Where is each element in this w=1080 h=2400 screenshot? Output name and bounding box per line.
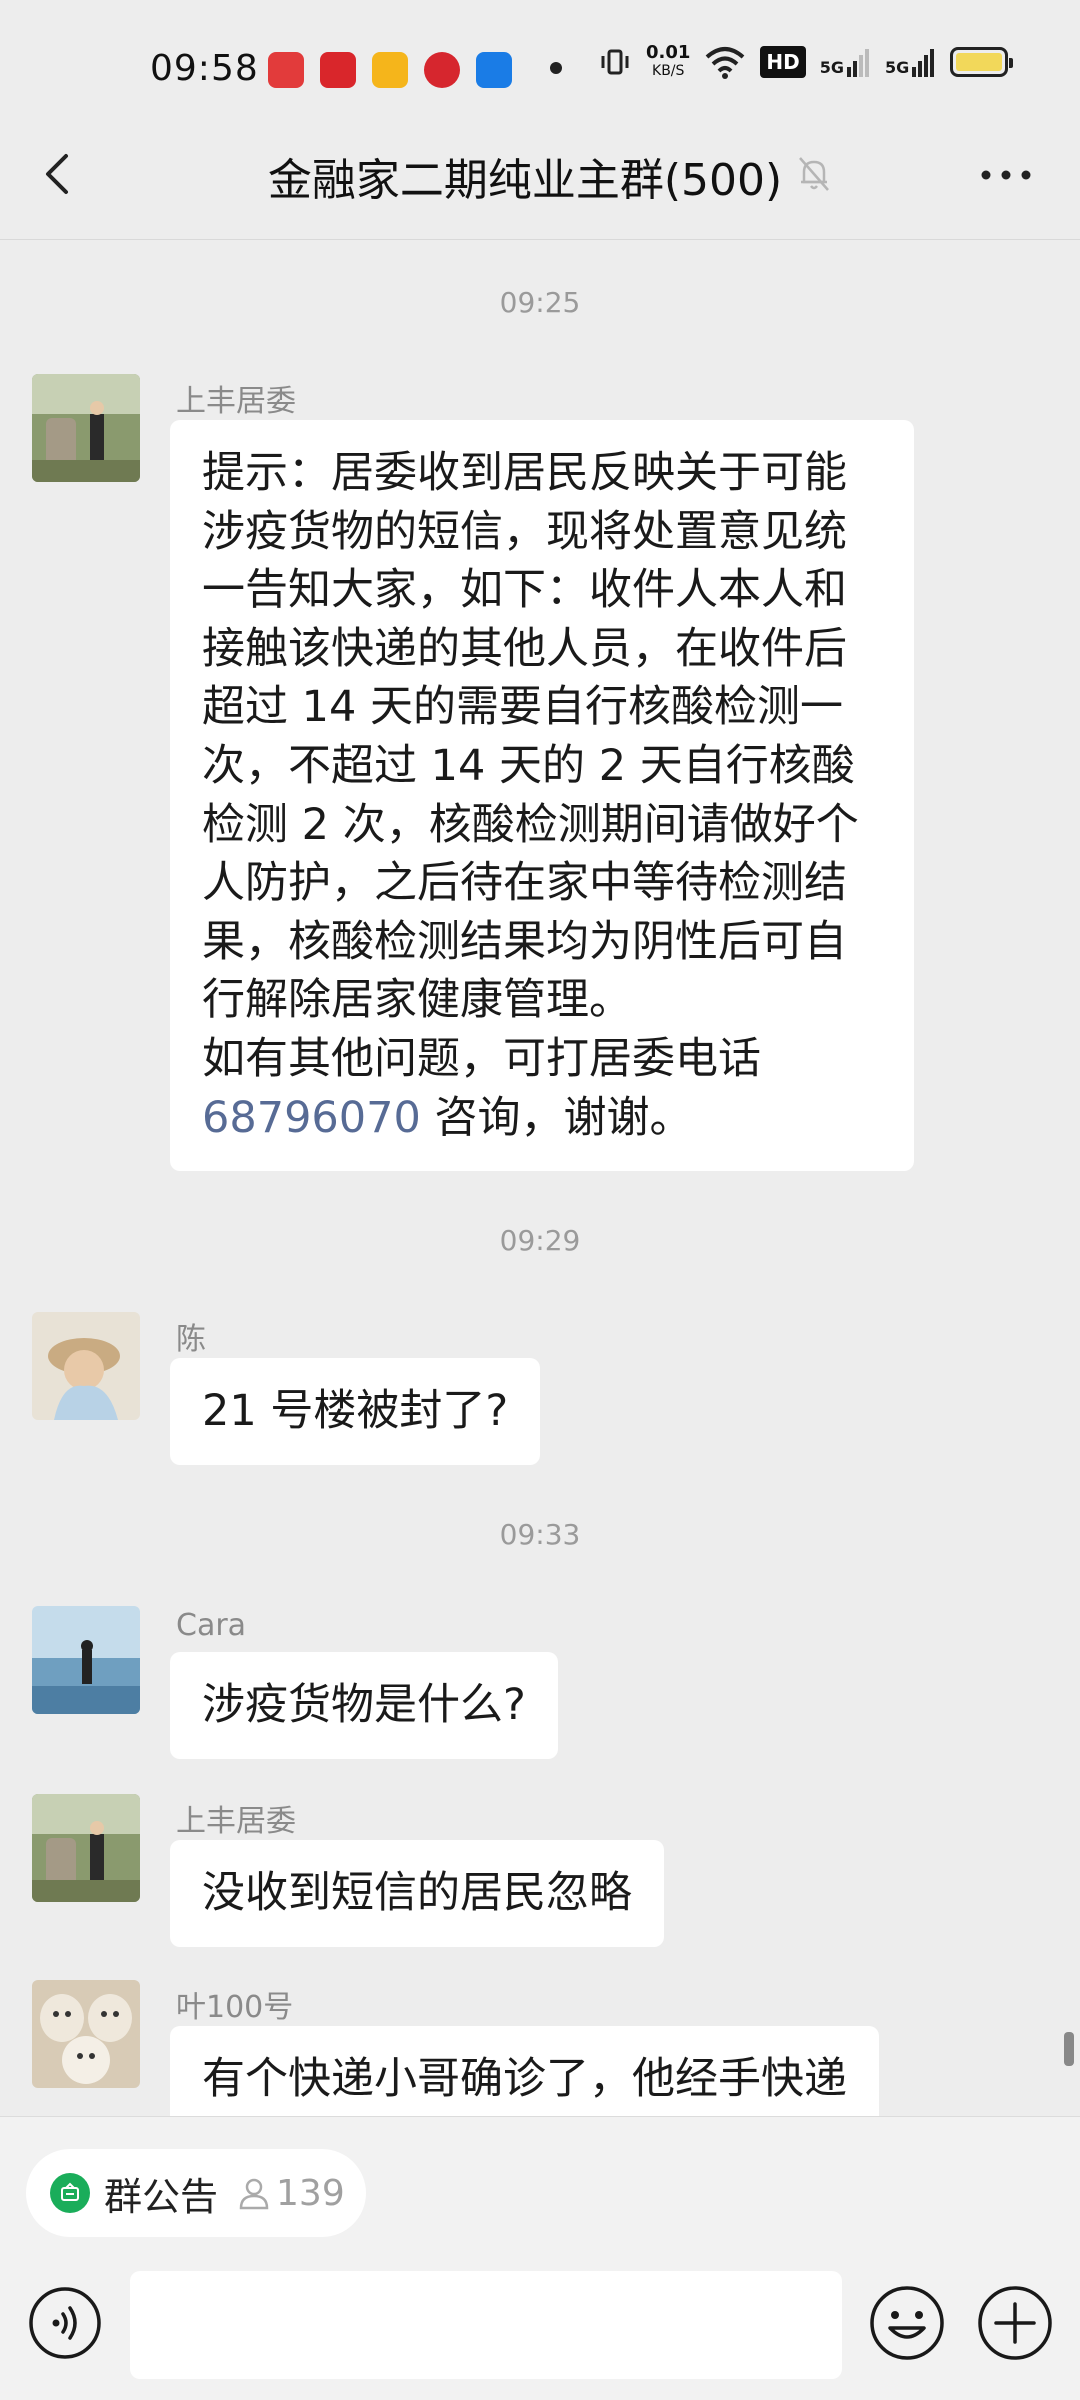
voice-input-icon[interactable]: [28, 2286, 102, 2360]
timestamp: 09:33: [499, 1518, 581, 1551]
message-line: 超过 14 天的需要自行核酸检测一: [202, 682, 844, 733]
message-line: 一告知大家，如下：收件人本人和: [202, 565, 847, 616]
avatar[interactable]: [32, 1980, 140, 2088]
signal-bars-icon: [912, 49, 935, 77]
muted-bell-icon: [799, 157, 829, 191]
message-line: 行解除居家健康管理。: [202, 975, 632, 1026]
status-indicators: 0.01 KB/S HD 5G 5G: [598, 42, 1014, 80]
timestamp: 09:25: [499, 286, 581, 319]
member-count: 139: [276, 2172, 345, 2214]
sender-name: 陈: [176, 1322, 206, 1357]
sender-name: 上丰居委: [176, 1804, 296, 1839]
message-line: 涉疫货物的短信，现将处置意见统: [202, 506, 847, 557]
app-notification-icon: [320, 52, 356, 88]
status-time: 09:58: [150, 48, 259, 89]
message-text: 咨询，谢谢。: [420, 1092, 693, 1143]
message-bubble[interactable]: 涉疫货物是什么?: [170, 1652, 558, 1759]
person-icon: [239, 2178, 269, 2210]
message-line: 检测 2 次，核酸检测期间请做好个: [202, 799, 859, 850]
net-speed: 0.01 KB/S: [646, 42, 691, 80]
chat-header: 金融家二期纯业主群(500): [0, 110, 1080, 240]
phone-link[interactable]: 68796070: [202, 1093, 421, 1143]
message-bubble[interactable]: 有个快递小哥确诊了，他经手快递: [170, 2026, 879, 2116]
message-bubble[interactable]: 没收到短信的居民忽略: [170, 1840, 664, 1947]
wifi-icon: [706, 47, 745, 79]
message-input[interactable]: [130, 2271, 842, 2379]
plus-icon[interactable]: [976, 2284, 1054, 2362]
group-announcement-button[interactable]: 群公告 139: [26, 2149, 366, 2237]
input-bar: [0, 2256, 1080, 2400]
notification-icons: [268, 52, 512, 88]
signal-2: 5G: [885, 47, 936, 77]
message-line: 人防护，之后待在家中等待检测结: [202, 858, 847, 909]
message-line: 果，核酸检测结果均为阴性后可自: [202, 916, 847, 967]
metro-icon: [424, 52, 460, 88]
message-line: 提示：居委收到居民反映关于可能: [202, 448, 847, 498]
signal-1: 5G: [820, 47, 871, 77]
announcement-icon: [50, 2173, 90, 2213]
message-line: 如有其他问题，可打居委电话: [202, 1033, 761, 1084]
message-line: 次，不超过 14 天的 2 天自行核酸: [202, 740, 855, 791]
battery-icon: [950, 47, 1014, 77]
signal-bars-icon: [847, 49, 870, 77]
sender-name: Cara: [176, 1608, 247, 1643]
avatar[interactable]: [32, 1794, 140, 1902]
avatar[interactable]: [32, 374, 140, 482]
app-notification-icon: [476, 52, 512, 88]
chat-message-list[interactable]: 09:25 上丰居委 提示：居委收到居民反映关于可能 涉疫货物的短信，现将处置意…: [0, 240, 1080, 2116]
sender-name: 上丰居委: [176, 384, 296, 419]
more-notifications-dot: [550, 62, 562, 74]
message-line: 接触该快递的其他人员，在收件后: [202, 623, 847, 674]
announcement-bar: 群公告 139: [0, 2116, 1080, 2256]
scrollbar-thumb[interactable]: [1064, 2032, 1074, 2066]
app-notification-icon: [268, 52, 304, 88]
vibrate-icon: [601, 49, 629, 75]
chat-title: 金融家二期纯业主群(500): [267, 155, 783, 206]
mail-icon: [372, 52, 408, 88]
hd-badge: HD: [760, 46, 806, 78]
message-line: 68796070 咨询，谢谢。: [202, 1089, 882, 1148]
avatar[interactable]: [32, 1312, 140, 1420]
announcement-label: 群公告: [104, 2174, 219, 2219]
avatar[interactable]: [32, 1606, 140, 1714]
message-bubble[interactable]: 提示：居委收到居民反映关于可能 涉疫货物的短信，现将处置意见统 一告知大家，如下…: [170, 420, 914, 1172]
sender-name: 叶100号: [176, 1990, 294, 2025]
timestamp: 09:29: [499, 1224, 581, 1257]
message-bubble[interactable]: 21 号楼被封了?: [170, 1358, 541, 1465]
more-options-icon[interactable]: [976, 150, 1036, 200]
emoji-icon[interactable]: [868, 2284, 946, 2362]
